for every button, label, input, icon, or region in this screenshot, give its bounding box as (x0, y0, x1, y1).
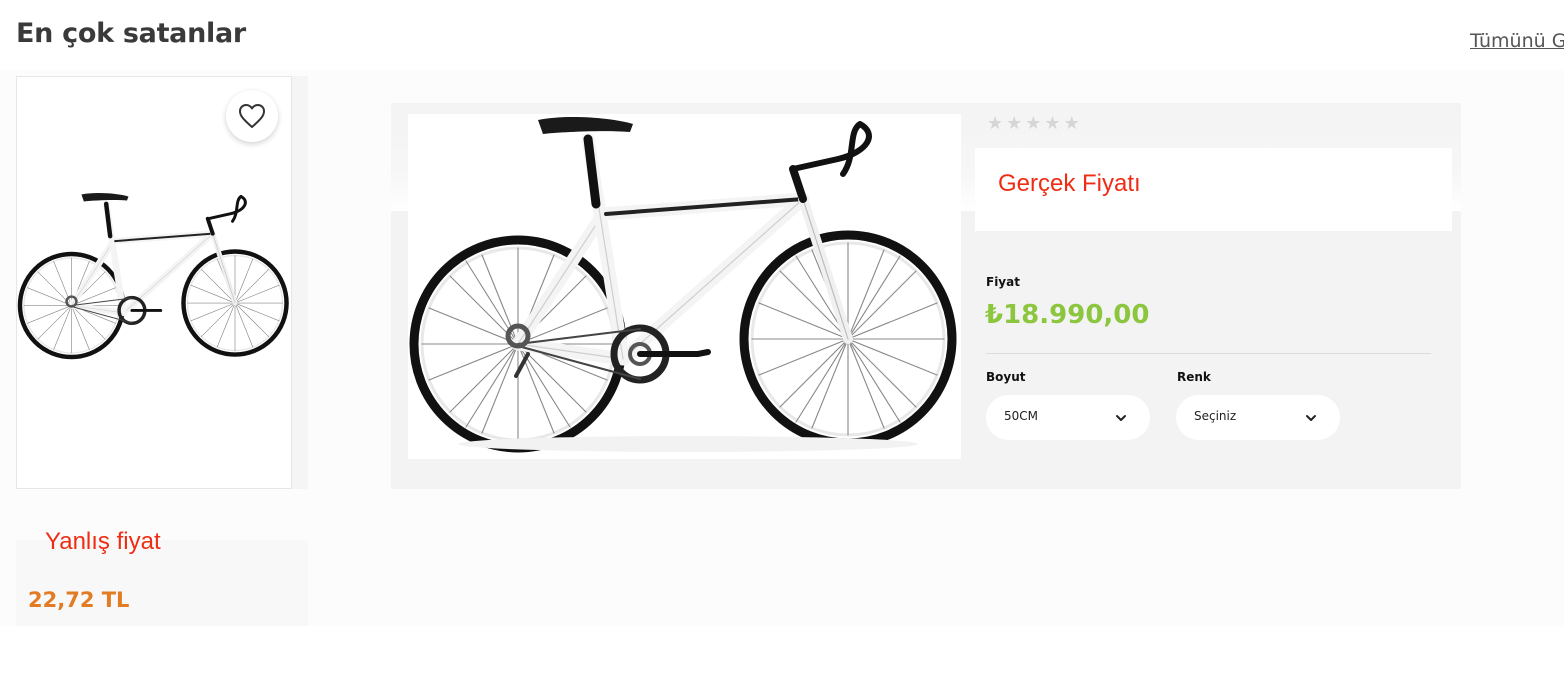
product-price: ₺18.990,00 (985, 300, 1150, 330)
favorite-button[interactable] (226, 90, 278, 142)
color-label: Renk (1177, 370, 1211, 384)
divider (986, 353, 1431, 354)
color-select-value: Seçiniz (1194, 409, 1237, 423)
color-select[interactable]: Seçiniz (1176, 395, 1340, 440)
real-price-annotation-box: Gerçek Fiyatı (975, 148, 1452, 231)
star-icon: ★ (1063, 113, 1080, 133)
wrong-price-annotation: Yanlış fiyat (45, 528, 161, 555)
size-select-value: 50CM (1004, 409, 1039, 423)
product-image[interactable] (17, 187, 291, 367)
section-title: En çok satanlar (16, 18, 246, 49)
size-label: Boyut (986, 370, 1026, 384)
quick-view-product-image[interactable] (408, 114, 961, 459)
quick-view-image-frame (408, 114, 961, 459)
price-label: Fiyat (986, 275, 1020, 289)
chevron-down-icon (1306, 415, 1316, 421)
product-card[interactable] (16, 76, 292, 489)
chevron-down-icon (1116, 415, 1126, 421)
card-price: 22,72 TL (28, 588, 130, 612)
see-all-link[interactable]: Tümünü Gör (1470, 30, 1564, 52)
size-select[interactable]: 50CM (986, 395, 1150, 440)
star-icon: ★ (1006, 113, 1023, 133)
real-price-annotation: Gerçek Fiyatı (998, 170, 1141, 197)
quick-view-panel: ★ ★ ★ ★ ★ Gerçek Fiyatı Fiyat ₺18.990,00… (391, 103, 1461, 489)
star-icon: ★ (1044, 113, 1061, 133)
star-icon: ★ (1025, 113, 1042, 133)
rating-stars: ★ ★ ★ ★ ★ (987, 113, 1080, 133)
star-icon: ★ (987, 113, 1004, 133)
card-shadow-strip (292, 76, 308, 489)
heart-icon (239, 104, 265, 128)
